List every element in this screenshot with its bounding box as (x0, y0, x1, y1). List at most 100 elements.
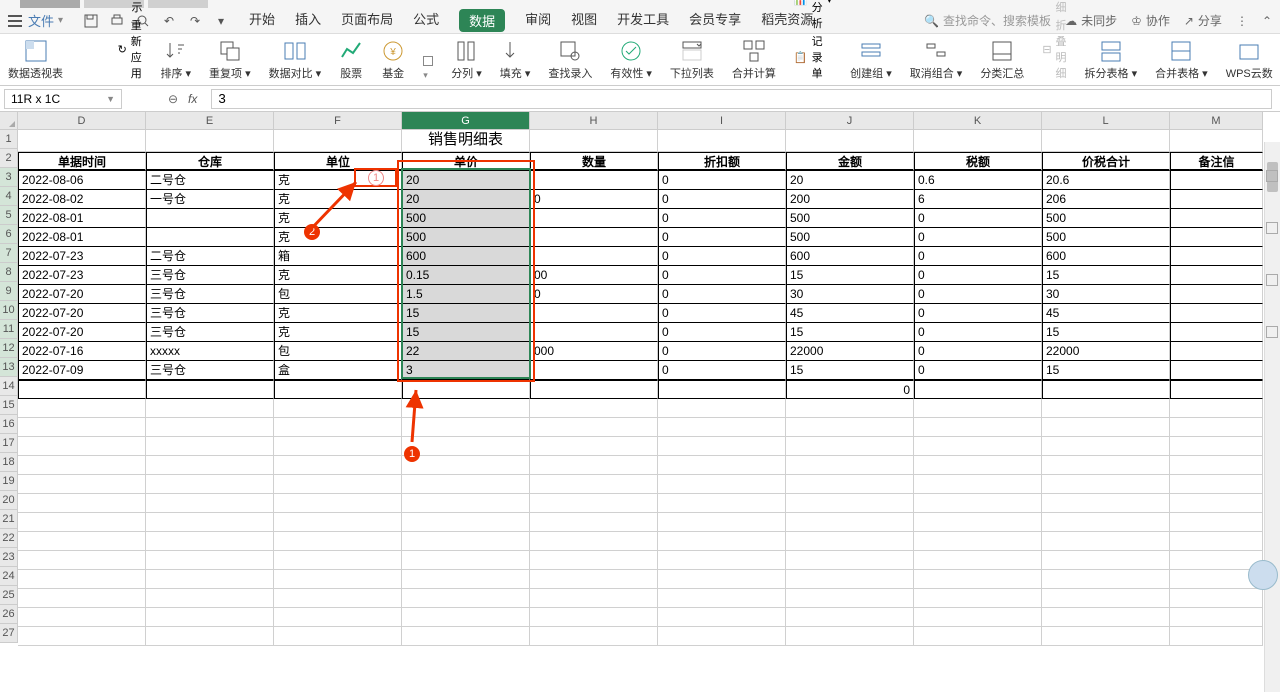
cell[interactable] (274, 589, 402, 608)
cell[interactable]: 2022-07-20 (18, 285, 146, 304)
cell[interactable] (274, 608, 402, 627)
cell[interactable] (530, 130, 658, 152)
subtotal-button[interactable]: 分类汇总 (980, 39, 1024, 81)
cell[interactable]: 0 (658, 171, 786, 190)
cell[interactable] (146, 399, 274, 418)
cell[interactable] (18, 627, 146, 646)
cell[interactable] (914, 627, 1042, 646)
cell[interactable] (274, 570, 402, 589)
cell[interactable] (786, 608, 914, 627)
cell[interactable] (914, 513, 1042, 532)
cell[interactable]: 0 (914, 228, 1042, 247)
tab-developer[interactable]: 开发工具 (617, 9, 669, 32)
cell[interactable] (1042, 494, 1170, 513)
cell[interactable]: 15 (1042, 361, 1170, 380)
cell[interactable]: 金额 (786, 152, 914, 171)
cell[interactable] (530, 361, 658, 380)
cell[interactable]: 0 (658, 304, 786, 323)
cell[interactable]: 二号仓 (146, 247, 274, 266)
cell[interactable]: 单据时间 (18, 152, 146, 171)
cell[interactable] (530, 228, 658, 247)
cell[interactable]: 15 (402, 323, 530, 342)
cell[interactable] (658, 418, 786, 437)
cell[interactable] (146, 627, 274, 646)
cell[interactable] (402, 570, 530, 589)
cell[interactable]: 2022-07-20 (18, 304, 146, 323)
cell[interactable]: 15 (402, 304, 530, 323)
cell[interactable] (914, 494, 1042, 513)
cell[interactable] (402, 475, 530, 494)
cell[interactable]: 500 (786, 209, 914, 228)
cell[interactable] (18, 437, 146, 456)
cell[interactable]: 克 (274, 228, 402, 247)
cell[interactable] (786, 437, 914, 456)
cell[interactable]: 价税合计 (1042, 152, 1170, 171)
cell[interactable] (658, 532, 786, 551)
cell[interactable]: 0.6 (914, 171, 1042, 190)
cell[interactable] (658, 551, 786, 570)
cell[interactable]: 0 (786, 380, 914, 399)
cell[interactable] (786, 627, 914, 646)
cell[interactable] (146, 209, 274, 228)
cell[interactable] (1042, 475, 1170, 494)
cell[interactable]: 000 (530, 342, 658, 361)
cell[interactable]: 0 (914, 247, 1042, 266)
cell[interactable]: 销售明细表 (402, 130, 530, 152)
cell[interactable]: 三号仓 (146, 323, 274, 342)
cell[interactable] (1042, 418, 1170, 437)
cell[interactable] (146, 437, 274, 456)
cell[interactable] (530, 494, 658, 513)
cell[interactable] (274, 551, 402, 570)
cell[interactable]: 三号仓 (146, 266, 274, 285)
cell[interactable]: 22000 (1042, 342, 1170, 361)
cell[interactable] (786, 494, 914, 513)
dedup-button[interactable]: 重复项 ▾ (209, 39, 251, 81)
find-input-button[interactable]: 查找录入 (548, 39, 592, 81)
cell[interactable] (786, 456, 914, 475)
wps-cloud-button[interactable]: WPS云数 (1226, 39, 1273, 81)
cell[interactable] (1170, 513, 1263, 532)
share-button[interactable]: ↗ 分享 (1184, 12, 1222, 29)
cell[interactable]: 0 (914, 285, 1042, 304)
row-header-1[interactable]: 1 (0, 130, 18, 149)
row-header-25[interactable]: 25 (0, 586, 18, 605)
split-button[interactable]: 分列 ▾ (451, 39, 482, 81)
cell[interactable]: 500 (1042, 228, 1170, 247)
side-icon-2[interactable] (1266, 222, 1278, 234)
cell[interactable]: 30 (786, 285, 914, 304)
cell[interactable] (530, 323, 658, 342)
cell[interactable]: 包 (274, 342, 402, 361)
row-header-3[interactable]: 3 (0, 168, 18, 187)
cell[interactable]: 0 (914, 342, 1042, 361)
cell[interactable]: 45 (1042, 304, 1170, 323)
cell[interactable] (786, 418, 914, 437)
cell[interactable] (914, 456, 1042, 475)
cell[interactable] (1170, 285, 1263, 304)
cell[interactable]: 2022-08-01 (18, 209, 146, 228)
cell[interactable] (530, 532, 658, 551)
cell[interactable]: xxxxx (146, 342, 274, 361)
tab-formula[interactable]: 公式 (413, 9, 439, 32)
row-header-15[interactable]: 15 (0, 396, 18, 415)
cell[interactable]: 200 (786, 190, 914, 209)
cell[interactable]: 0 (658, 342, 786, 361)
cell[interactable] (1042, 608, 1170, 627)
cell[interactable]: 克 (274, 171, 402, 190)
cell[interactable]: 克 (274, 304, 402, 323)
consolidate-button[interactable]: 合并计算 (732, 39, 776, 81)
merge-table-button[interactable]: 合并表格 ▾ (1155, 39, 1208, 81)
cell[interactable] (18, 456, 146, 475)
row-header-27[interactable]: 27 (0, 624, 18, 643)
cell[interactable]: 2022-08-06 (18, 171, 146, 190)
cell[interactable]: 0 (530, 190, 658, 209)
coop-button[interactable]: ♔ 协作 (1131, 12, 1170, 29)
cell[interactable] (274, 494, 402, 513)
cell[interactable] (18, 380, 146, 399)
cell[interactable]: 2022-07-23 (18, 266, 146, 285)
name-box-dropdown-icon[interactable]: ▼ (106, 94, 115, 104)
file-menu[interactable]: 文件 (28, 11, 54, 30)
cell[interactable] (402, 456, 530, 475)
cell[interactable] (1170, 342, 1263, 361)
cell[interactable] (914, 589, 1042, 608)
cell[interactable]: 600 (786, 247, 914, 266)
